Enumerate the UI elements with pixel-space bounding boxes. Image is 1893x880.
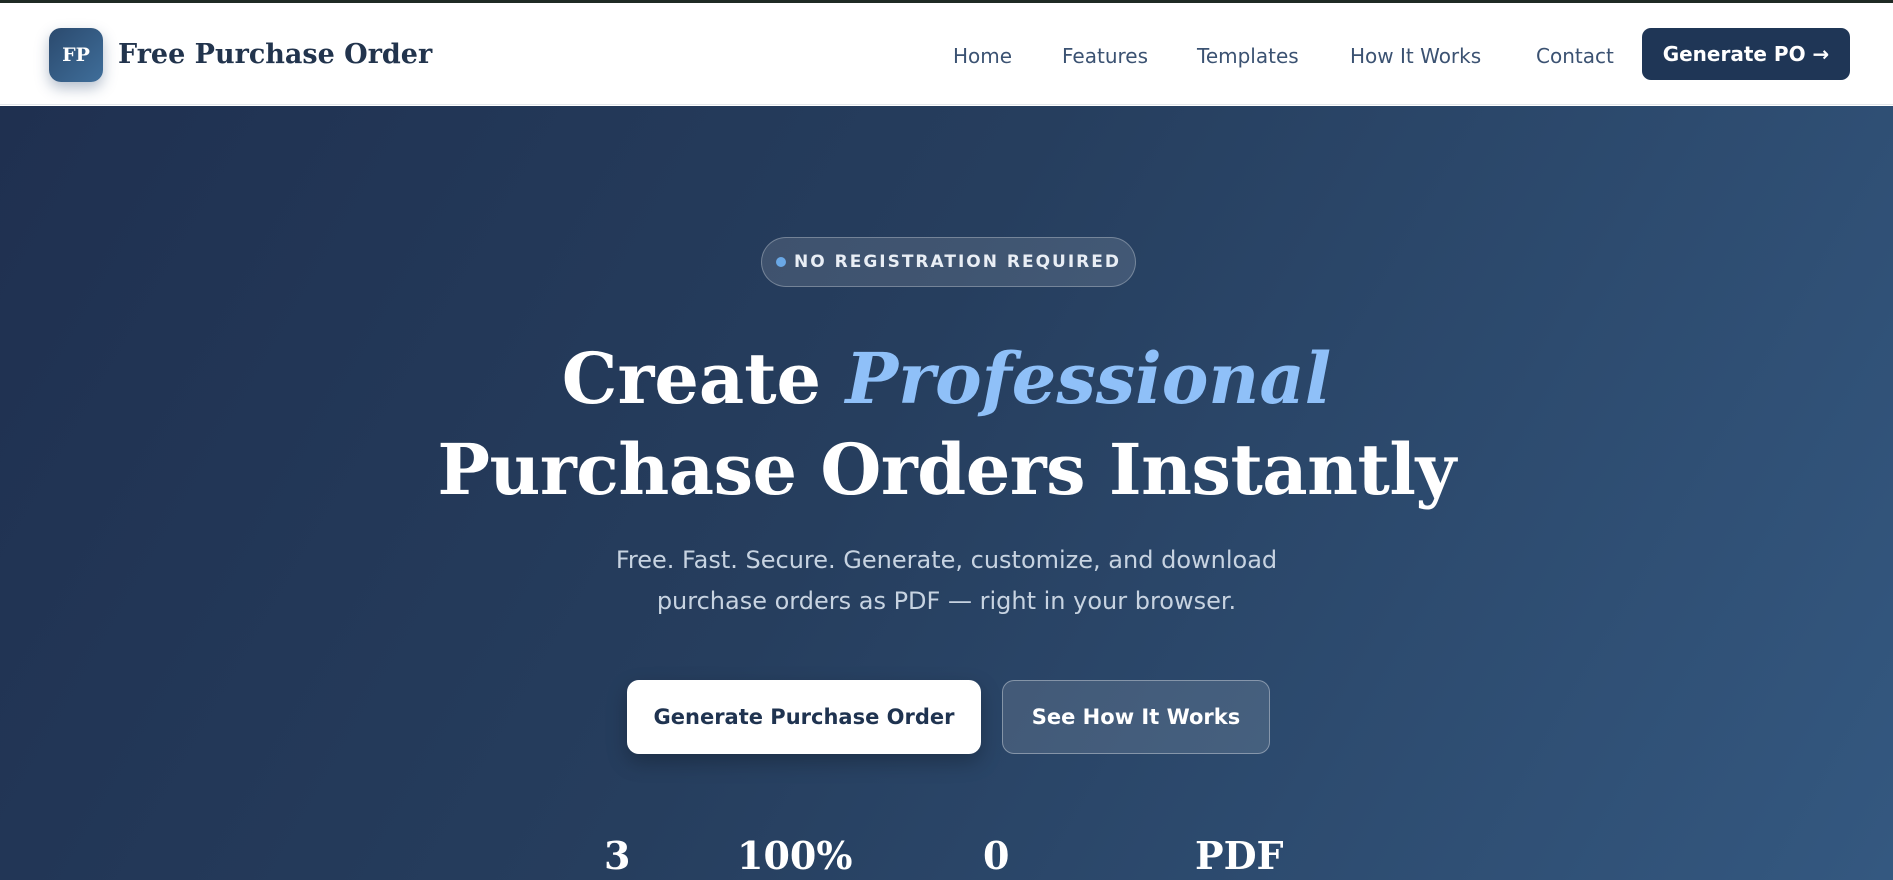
- nav-how-it-works[interactable]: How It Works: [1350, 41, 1481, 71]
- hero-subtext-line1: Free. Fast. Secure. Generate, customize,…: [615, 546, 1278, 574]
- stat-value: PDF: [1195, 833, 1284, 878]
- site-header: FP Free Purchase Order Home Features Tem…: [0, 3, 1893, 105]
- stat-value: 100%: [737, 833, 853, 878]
- stat-value: 3: [604, 833, 631, 878]
- generate-purchase-order-button[interactable]: Generate Purchase Order: [627, 680, 981, 754]
- no-registration-badge: NO REGISTRATION REQUIRED: [761, 237, 1136, 287]
- hero-section: NO REGISTRATION REQUIRED Create Professi…: [0, 106, 1893, 880]
- nav-templates[interactable]: Templates: [1197, 41, 1299, 71]
- see-how-it-works-button[interactable]: See How It Works: [1002, 680, 1270, 754]
- nav-contact[interactable]: Contact: [1536, 41, 1614, 71]
- headline-accent: Professional: [845, 337, 1332, 420]
- headline-create: Create: [561, 337, 846, 420]
- badge-label: NO REGISTRATION REQUIRED: [794, 252, 1121, 272]
- status-dot-icon: [776, 257, 787, 267]
- logo-icon[interactable]: FP: [49, 28, 103, 82]
- hero-headline-line2: Purchase Orders Instantly: [437, 428, 1456, 511]
- nav-home[interactable]: Home: [953, 41, 1012, 71]
- hero-subtext-line2: purchase orders as PDF — right in your b…: [656, 587, 1237, 615]
- brand-name[interactable]: Free Purchase Order: [118, 37, 432, 73]
- nav-features[interactable]: Features: [1062, 41, 1148, 71]
- stat-value: 0: [983, 833, 1010, 878]
- generate-po-button[interactable]: Generate PO →: [1642, 28, 1850, 80]
- hero-headline-line1: Create Professional: [0, 331, 1893, 427]
